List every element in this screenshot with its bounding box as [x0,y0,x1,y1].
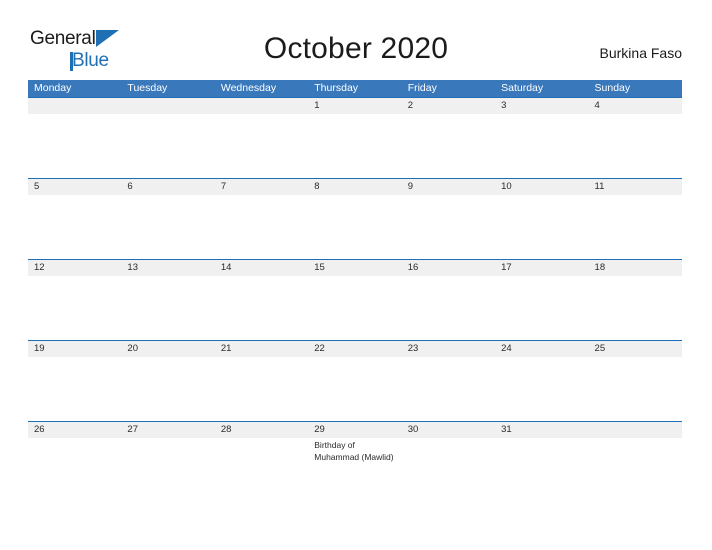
day-number[interactable]: 20 [121,341,214,357]
day-event [402,276,495,340]
week-row: 12 13 14 15 16 17 18 [28,259,682,340]
week-row: 1 2 3 4 [28,97,682,178]
weekday-header-friday: Friday [407,82,437,94]
day-number[interactable]: 5 [28,179,121,195]
day-event [495,195,588,259]
day-event [215,357,308,421]
day-event [28,114,121,178]
week-date-strip: 12 13 14 15 16 17 18 [28,259,682,276]
day-number[interactable]: 21 [215,341,308,357]
day-event [495,114,588,178]
day-number[interactable]: 16 [402,260,495,276]
day-number[interactable]: 28 [215,422,308,438]
day-event [589,276,682,340]
day-event [402,438,495,502]
day-event [589,438,682,502]
day-number[interactable]: 7 [215,179,308,195]
day-event [495,357,588,421]
day-number[interactable]: 9 [402,179,495,195]
day-number[interactable]: 27 [121,422,214,438]
week-date-strip: 1 2 3 4 [28,97,682,114]
day-number[interactable]: 10 [495,179,588,195]
day-event: Birthday of Muhammad (Mawlid) [314,440,394,462]
weekday-header-thursday: Thursday [314,82,359,94]
day-event [495,276,588,340]
calendar-grid: Monday Tuesday Wednesday Thursday Friday… [28,80,682,502]
day-event [28,438,121,502]
week-date-strip: 5 6 7 8 9 10 11 [28,178,682,195]
day-event [589,357,682,421]
day-event [121,357,214,421]
region-label: Burkina Faso [599,45,682,61]
day-event [215,438,308,502]
day-event [215,276,308,340]
day-number[interactable]: 24 [495,341,588,357]
day-event [121,114,214,178]
day-number[interactable]: 2 [402,98,495,114]
week-date-strip: 26 27 28 29 30 31 [28,421,682,438]
day-event [215,114,308,178]
day-number[interactable]: 23 [402,341,495,357]
day-number[interactable]: 14 [215,260,308,276]
day-number[interactable]: 12 [28,260,121,276]
day-event [589,114,682,178]
week-event-strip [28,195,682,259]
day-event [308,357,401,421]
day-number[interactable]: 22 [308,341,401,357]
week-row: 5 6 7 8 9 10 11 [28,178,682,259]
day-event [589,195,682,259]
day-number[interactable]: 13 [121,260,214,276]
day-event [121,195,214,259]
page-masthead: General Blue October 2020 Burkina Faso [0,0,712,80]
day-event [121,276,214,340]
day-number[interactable]: 15 [308,260,401,276]
week-date-strip: 19 20 21 22 23 24 25 [28,340,682,357]
week-event-strip [28,276,682,340]
day-number[interactable]: 4 [589,98,682,114]
day-number[interactable]: 29 [308,422,401,438]
weekday-header-row: Monday Tuesday Wednesday Thursday Friday… [28,80,682,97]
day-number[interactable]: 30 [402,422,495,438]
day-number[interactable]: 18 [589,260,682,276]
day-number[interactable]: 1 [308,98,401,114]
day-number[interactable]: 3 [495,98,588,114]
day-event [28,276,121,340]
day-event [402,114,495,178]
day-event [308,114,401,178]
day-number[interactable]: 31 [495,422,588,438]
day-number[interactable]: 26 [28,422,121,438]
day-number[interactable]: 19 [28,341,121,357]
day-number[interactable]: 8 [308,179,401,195]
weekday-header-tuesday: Tuesday [127,82,168,94]
day-number[interactable]: 6 [121,179,214,195]
day-number[interactable] [215,98,308,114]
weekday-header-monday: Monday [34,82,72,94]
day-event [28,195,121,259]
week-event-strip [28,114,682,178]
day-event [495,438,588,502]
week-row: 26 27 28 29 30 31 Birthday of Muhammad (… [28,421,682,502]
day-event [402,195,495,259]
day-event [308,276,401,340]
week-event-strip [28,357,682,421]
day-number[interactable] [121,98,214,114]
day-event [402,357,495,421]
week-row: 19 20 21 22 23 24 25 [28,340,682,421]
calendar-page: General Blue October 2020 Burkina Faso M… [0,0,712,550]
day-number[interactable] [589,422,682,438]
day-number[interactable]: 17 [495,260,588,276]
day-event [215,195,308,259]
weekday-header-sunday: Sunday [594,82,631,94]
weekday-header-saturday: Saturday [501,82,544,94]
day-event [121,438,214,502]
week-event-strip: Birthday of Muhammad (Mawlid) [28,438,682,502]
day-event [28,357,121,421]
day-number[interactable] [28,98,121,114]
weekday-header-wednesday: Wednesday [220,82,277,94]
day-event [308,195,401,259]
day-number[interactable]: 25 [589,341,682,357]
day-number[interactable]: 11 [589,179,682,195]
